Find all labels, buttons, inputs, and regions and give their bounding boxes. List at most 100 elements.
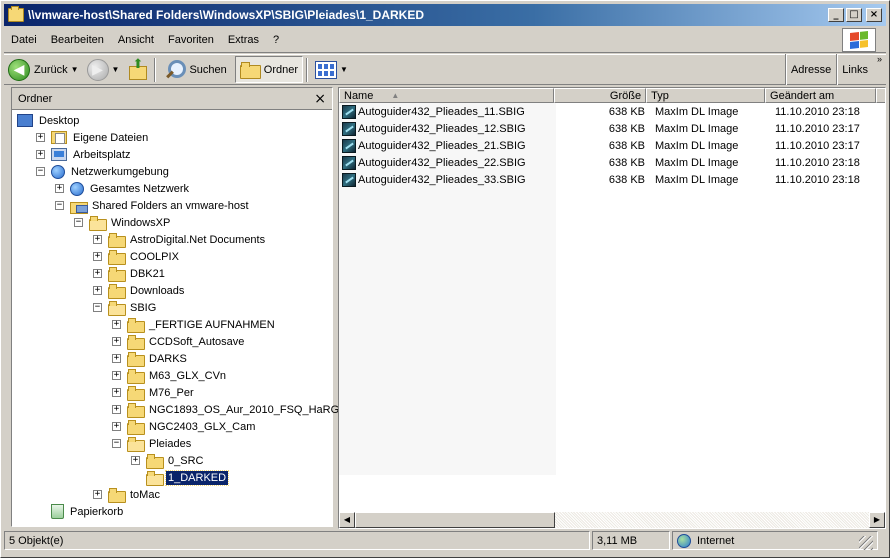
tree-node-label[interactable]: Papierkorb <box>68 505 125 519</box>
tree-node[interactable]: + M63_GLX_CVn <box>12 367 332 384</box>
tree-node[interactable]: − SBIG <box>12 299 332 316</box>
tree-node[interactable]: + COOLPIX <box>12 248 332 265</box>
file-row[interactable]: Autoguider432_Plieades_21.SBIG 638 KB MaxI… <box>339 137 885 154</box>
tree-node-label[interactable]: CCDSoft_Autosave <box>147 335 246 349</box>
close-button[interactable]: × <box>866 8 882 22</box>
folders-button[interactable]: Ordner <box>234 56 304 83</box>
tree-node[interactable]: − Shared Folders an vmware-host <box>12 197 332 214</box>
tree-node-label[interactable]: Eigene Dateien <box>71 131 150 145</box>
column-header-modified[interactable]: Geändert am <box>765 88 876 103</box>
tree-node-label[interactable]: WindowsXP <box>109 216 172 230</box>
expand-icon[interactable]: + <box>112 388 121 397</box>
tree-node-label[interactable]: Pleiades <box>147 437 193 451</box>
views-button[interactable]: ▼ <box>311 56 352 83</box>
address-bar-toggle[interactable]: Adresse <box>784 54 836 85</box>
forward-button[interactable]: ▶ ▼ <box>83 56 124 83</box>
expand-icon[interactable]: + <box>93 252 102 261</box>
menu-datei[interactable]: Datei <box>4 34 44 46</box>
expand-icon[interactable]: + <box>93 235 102 244</box>
tree-node[interactable]: + Eigene Dateien <box>12 129 332 146</box>
menu-extras[interactable]: Extras <box>221 34 266 46</box>
search-button[interactable]: Suchen <box>159 56 230 83</box>
expand-icon[interactable]: + <box>112 405 121 414</box>
tree-node-label[interactable]: SBIG <box>128 301 158 315</box>
horizontal-scrollbar[interactable]: ◀ ▶ <box>339 512 885 528</box>
tree-node-label[interactable]: Gesamtes Netzwerk <box>88 182 191 196</box>
expand-icon[interactable]: + <box>112 371 121 380</box>
menu-help[interactable]: ? <box>266 34 286 46</box>
tree-node[interactable]: Papierkorb <box>12 503 332 520</box>
tree-node[interactable]: + toMac <box>12 486 332 503</box>
tree-node-label[interactable]: Netzwerkumgebung <box>69 165 171 179</box>
tree-node-label[interactable]: COOLPIX <box>128 250 181 264</box>
file-row[interactable]: Autoguider432_Plieades_11.SBIG 638 KB MaxI… <box>339 103 885 120</box>
tree-node-label[interactable]: M63_GLX_CVn <box>147 369 228 383</box>
scroll-thumb[interactable] <box>355 512 555 528</box>
file-name-cell[interactable]: Autoguider432_Plieades_12.SBIG <box>339 121 556 136</box>
folder-pane-close-button[interactable]: × <box>314 92 326 106</box>
maximize-button[interactable]: □ <box>846 8 862 22</box>
views-dropdown-icon[interactable]: ▼ <box>340 65 348 74</box>
tree-node-label[interactable]: NGC2403_GLX_Cam <box>147 420 257 434</box>
tree-node-label[interactable]: Shared Folders an vmware-host <box>90 199 251 213</box>
expand-icon[interactable]: + <box>112 354 121 363</box>
column-header-type[interactable]: Typ <box>646 88 766 103</box>
tree-node-label[interactable]: DARKS <box>147 352 189 366</box>
scroll-track[interactable] <box>555 512 869 528</box>
file-name-cell[interactable]: Autoguider432_Plieades_22.SBIG <box>339 155 556 170</box>
menu-ansicht[interactable]: Ansicht <box>111 34 161 46</box>
menu-favoriten[interactable]: Favoriten <box>161 34 221 46</box>
file-row[interactable]: Autoguider432_Plieades_12.SBIG 638 KB MaxI… <box>339 120 885 137</box>
scroll-right-button[interactable]: ▶ <box>869 512 885 528</box>
tree-node[interactable]: + NGC2403_GLX_Cam <box>12 418 332 435</box>
expand-icon[interactable]: + <box>93 269 102 278</box>
file-row[interactable]: Autoguider432_Plieades_33.SBIG 638 KB MaxI… <box>339 171 885 188</box>
tree-node[interactable]: + Gesamtes Netzwerk <box>12 180 332 197</box>
tree-node-label[interactable]: 1_DARKED <box>164 469 230 486</box>
tree-node[interactable]: Desktop <box>12 112 332 129</box>
tree-node[interactable]: +0_SRC <box>12 452 332 469</box>
collapse-icon[interactable]: − <box>74 218 83 227</box>
collapse-icon[interactable]: − <box>55 201 64 210</box>
expand-icon[interactable]: + <box>112 337 121 346</box>
resize-grip[interactable] <box>859 535 873 550</box>
expand-icon[interactable]: + <box>93 490 102 499</box>
column-header-size[interactable]: Größe <box>553 88 647 103</box>
tree-node[interactable]: + CCDSoft_Autosave <box>12 333 332 350</box>
up-button[interactable] <box>123 56 151 83</box>
tree-node[interactable]: − Netzwerkumgebung <box>12 163 332 180</box>
collapse-icon[interactable]: − <box>36 167 45 176</box>
file-name-cell[interactable]: Autoguider432_Plieades_33.SBIG <box>339 172 556 187</box>
tree-node[interactable]: − Pleiades <box>12 435 332 452</box>
expand-icon[interactable]: + <box>112 320 121 329</box>
expand-icon[interactable]: + <box>55 184 64 193</box>
tree-node[interactable]: + AstroDigital.Net Documents <box>12 231 332 248</box>
tree-node-label[interactable]: AstroDigital.Net Documents <box>128 233 267 247</box>
toolbar-chevron[interactable]: » <box>873 54 886 85</box>
tree-node-label[interactable]: NGC1893_OS_Aur_2010_FSQ_HaRGB <box>147 403 349 417</box>
tree-node[interactable]: + _FERTIGE AUFNAHMEN <box>12 316 332 333</box>
menu-bearbeiten[interactable]: Bearbeiten <box>44 34 111 46</box>
tree-node[interactable]: + M76_Per <box>12 384 332 401</box>
tree-node[interactable]: + Downloads <box>12 282 332 299</box>
tree-node-label[interactable]: 0_SRC <box>166 454 205 468</box>
expand-icon[interactable]: + <box>36 150 45 159</box>
title-bar[interactable]: \\vmware-host\Shared Folders\WindowsXP\S… <box>4 4 886 26</box>
expand-icon[interactable]: + <box>112 422 121 431</box>
column-header-name[interactable]: Name ▲ <box>339 88 554 103</box>
expand-icon[interactable]: + <box>131 456 140 465</box>
back-button[interactable]: ◀ Zurück ▼ <box>4 56 83 83</box>
tree-node-label[interactable]: Arbeitsplatz <box>71 148 132 162</box>
back-dropdown-icon[interactable]: ▼ <box>71 65 79 74</box>
tree-node[interactable]: + Arbeitsplatz <box>12 146 332 163</box>
collapse-icon[interactable]: − <box>93 303 102 312</box>
tree-node[interactable]: − WindowsXP <box>12 214 332 231</box>
tree-node[interactable]: + DBK21 <box>12 265 332 282</box>
file-name-cell[interactable]: Autoguider432_Plieades_21.SBIG <box>339 138 556 153</box>
tree-node-label[interactable]: DBK21 <box>128 267 167 281</box>
forward-dropdown-icon[interactable]: ▼ <box>112 65 120 74</box>
expand-icon[interactable]: + <box>36 133 45 142</box>
tree-node-label[interactable]: toMac <box>128 488 162 502</box>
file-row[interactable]: Autoguider432_Plieades_22.SBIG 638 KB MaxI… <box>339 154 885 171</box>
expand-icon[interactable]: + <box>93 286 102 295</box>
